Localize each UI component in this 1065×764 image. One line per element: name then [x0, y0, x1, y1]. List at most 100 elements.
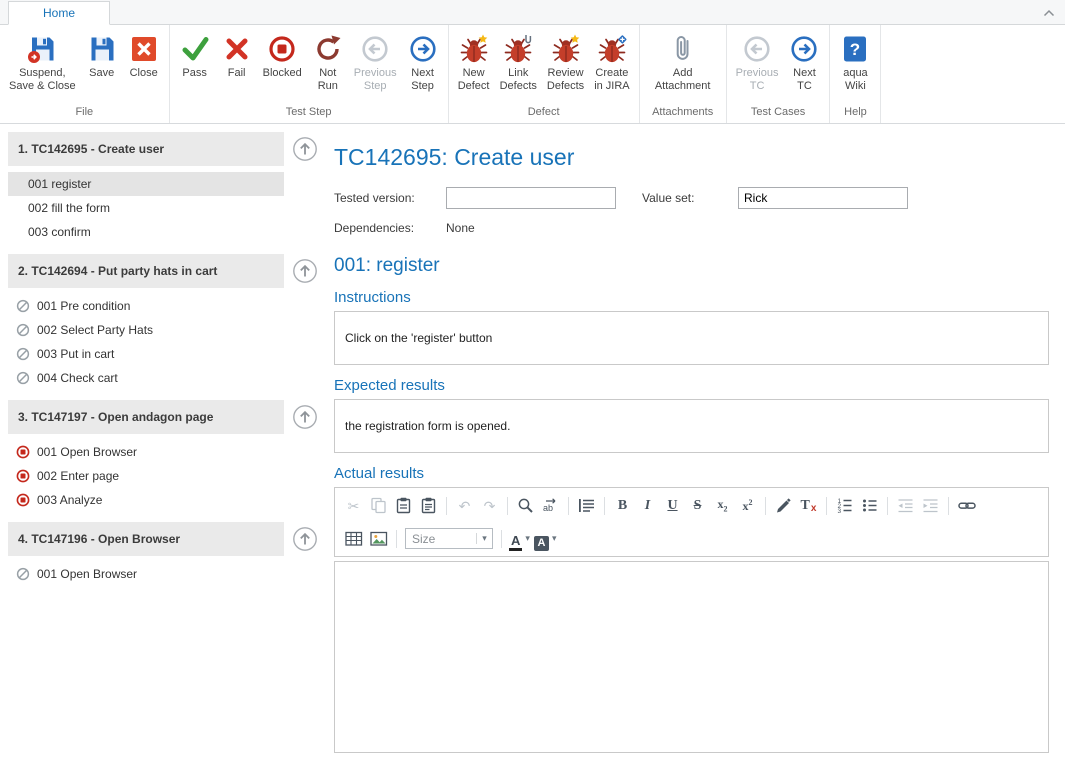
- test-step-item-open-browser[interactable]: 001 Open Browser: [8, 440, 284, 464]
- ribbon-group-defect: NewDefect LinkD: [449, 25, 640, 123]
- ribbon-group-file: Suspend,Save & Close Save: [0, 25, 170, 123]
- testcase-section-4: 4. TC147196 - Open Browser 001 Open Brow…: [8, 522, 324, 586]
- paste-button[interactable]: [391, 494, 416, 518]
- testcase-section-2: 2. TC142694 - Put party hats in cart 001…: [8, 254, 324, 390]
- value-set-label: Value set:: [642, 191, 738, 205]
- test-step-item-select-party-hats[interactable]: 002 Select Party Hats: [8, 318, 284, 342]
- test-step-item-fill-the-form[interactable]: 002 fill the form: [8, 196, 284, 220]
- testcase-header-tc142695[interactable]: 1. TC142695 - Create user: [8, 132, 284, 166]
- clipboard-paste-text-icon: [420, 497, 437, 514]
- underline-icon: U: [667, 498, 677, 514]
- indent-button[interactable]: [918, 494, 943, 518]
- pass-button[interactable]: Pass: [174, 28, 216, 106]
- instructions-heading: Instructions: [334, 289, 1049, 306]
- insert-link-button[interactable]: [954, 494, 979, 518]
- remove-format-button[interactable]: Tx: [796, 494, 821, 518]
- italic-button[interactable]: I: [635, 494, 660, 518]
- scissors-icon: ✂: [348, 499, 360, 513]
- test-step-item-register[interactable]: 001 register: [8, 172, 284, 196]
- font-size-select[interactable]: Size ▾: [405, 528, 493, 549]
- italic-icon: I: [645, 498, 650, 514]
- test-step-item-open-browser-2[interactable]: 001 Open Browser: [8, 562, 284, 586]
- format-painter-button[interactable]: [771, 494, 796, 518]
- test-step-item-put-in-cart[interactable]: 003 Put in cart: [8, 342, 284, 366]
- suspend-save-close-button[interactable]: Suspend,Save & Close: [4, 28, 81, 106]
- review-defects-button[interactable]: ReviewDefects: [542, 28, 589, 106]
- underline-button[interactable]: U: [660, 494, 685, 518]
- next-tc-button[interactable]: NextTC: [783, 28, 825, 106]
- next-step-button[interactable]: NextStep: [402, 28, 444, 106]
- not-run-status-icon: [16, 323, 30, 337]
- testcase-header-tc142694[interactable]: 2. TC142694 - Put party hats in cart: [8, 254, 284, 288]
- find-button[interactable]: [513, 494, 538, 518]
- background-color-button[interactable]: A▾: [532, 527, 559, 551]
- collapse-ribbon-icon[interactable]: [1043, 6, 1055, 20]
- test-step-item-check-cart[interactable]: 004 Check cart: [8, 366, 284, 390]
- pass-check-icon: [180, 31, 210, 67]
- dependencies-label: Dependencies:: [334, 221, 446, 235]
- aqua-wiki-button[interactable]: ? aquaWiki: [834, 28, 876, 106]
- redo-button[interactable]: ↷: [477, 494, 502, 518]
- tab-home[interactable]: Home: [8, 1, 110, 25]
- toolbar-separator: [604, 497, 605, 515]
- outdent-button[interactable]: [893, 494, 918, 518]
- link-defects-button[interactable]: LinkDefects: [495, 28, 542, 106]
- test-step-label: 001 Open Browser: [37, 445, 137, 459]
- ordered-list-button[interactable]: 123: [832, 494, 857, 518]
- add-attachment-button[interactable]: AddAttachment: [644, 28, 722, 106]
- paragraph-format-button[interactable]: [574, 494, 599, 518]
- previous-tc-button[interactable]: PreviousTC: [731, 28, 784, 106]
- tested-version-input[interactable]: [446, 187, 616, 209]
- test-step-item-analyze[interactable]: 003 Analyze: [8, 488, 284, 512]
- strikethrough-button[interactable]: S: [685, 494, 710, 518]
- remove-format-icon: T: [801, 498, 810, 514]
- blocked-icon: [267, 31, 297, 67]
- toolbar-separator: [887, 497, 888, 515]
- test-step-item-confirm[interactable]: 003 confirm: [8, 220, 284, 244]
- text-color-button[interactable]: A▾: [507, 527, 532, 551]
- paste-as-text-button[interactable]: [416, 494, 441, 518]
- testcase-header-tc147196[interactable]: 4. TC147196 - Open Browser: [8, 522, 284, 556]
- ribbon: Suspend,Save & Close Save: [0, 25, 1065, 124]
- scroll-to-testcase-icon[interactable]: [292, 136, 318, 162]
- scroll-to-testcase-icon[interactable]: [292, 526, 318, 552]
- test-step-label: 002 Select Party Hats: [37, 323, 153, 337]
- link-chain-icon: [958, 497, 976, 514]
- actual-results-editor[interactable]: [334, 561, 1049, 753]
- create-in-jira-button[interactable]: Createin JIRA: [589, 28, 634, 106]
- font-size-value: Size: [406, 532, 476, 546]
- close-icon: [129, 31, 159, 67]
- subscript-button[interactable]: x2: [710, 494, 735, 518]
- insert-image-button[interactable]: [366, 527, 391, 551]
- fail-button[interactable]: Fail: [216, 28, 258, 106]
- bold-button[interactable]: B: [610, 494, 635, 518]
- test-step-label: 002 fill the form: [28, 201, 110, 215]
- toolbar-separator: [507, 497, 508, 515]
- superscript-button[interactable]: x2: [735, 494, 760, 518]
- blocked-button[interactable]: Blocked: [258, 28, 307, 106]
- remove-format-x: x: [811, 503, 817, 514]
- close-button[interactable]: Close: [123, 28, 165, 106]
- new-defect-button[interactable]: NewDefect: [453, 28, 495, 106]
- value-set-input[interactable]: [738, 187, 908, 209]
- ribbon-group-attachments: AddAttachment Attachments: [640, 25, 727, 123]
- testcase-header-tc147197[interactable]: 3. TC147197 - Open andagon page: [8, 400, 284, 434]
- toolbar-separator: [568, 497, 569, 515]
- unordered-list-button[interactable]: [857, 494, 882, 518]
- test-step-item-pre-condition[interactable]: 001 Pre condition: [8, 294, 284, 318]
- scroll-to-testcase-icon[interactable]: [292, 404, 318, 430]
- ribbon-group-help: ? aquaWiki Help: [830, 25, 881, 123]
- cut-button[interactable]: ✂: [341, 494, 366, 518]
- scroll-to-testcase-icon[interactable]: [292, 258, 318, 284]
- copy-icon: [370, 497, 387, 514]
- copy-button[interactable]: [366, 494, 391, 518]
- previous-step-button[interactable]: PreviousStep: [349, 28, 402, 106]
- link-defects-bug-icon: [503, 31, 533, 67]
- replace-button[interactable]: ab: [538, 494, 563, 518]
- undo-button[interactable]: ↶: [452, 494, 477, 518]
- insert-table-button[interactable]: [341, 527, 366, 551]
- test-step-item-enter-page[interactable]: 002 Enter page: [8, 464, 284, 488]
- save-button[interactable]: Save: [81, 28, 123, 106]
- paragraph-icon: [578, 497, 595, 514]
- not-run-button[interactable]: NotRun: [307, 28, 349, 106]
